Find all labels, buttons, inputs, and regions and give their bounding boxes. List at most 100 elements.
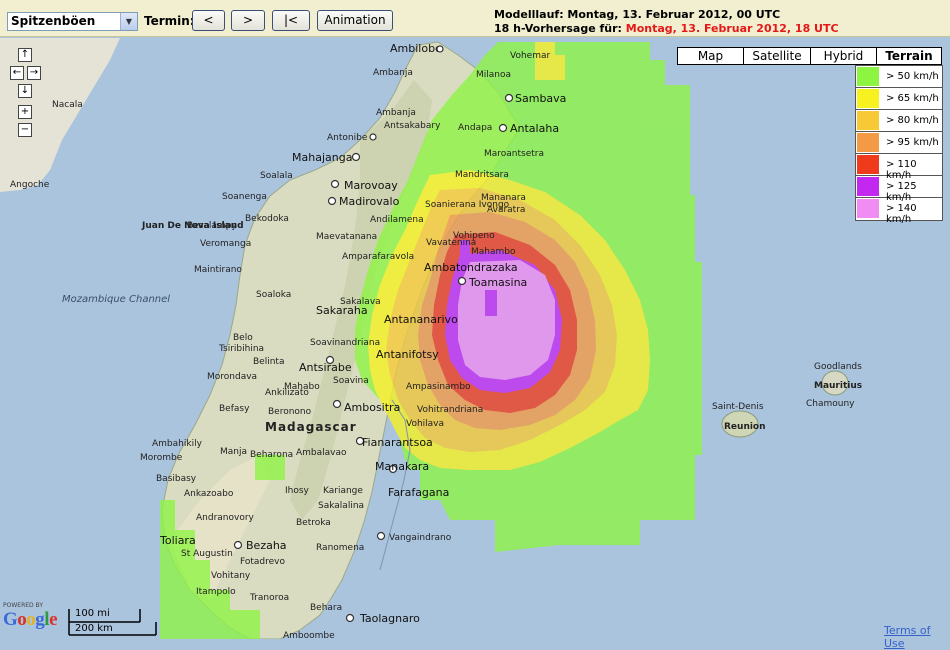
place-label: Morombe — [140, 453, 183, 463]
city-dot — [436, 45, 444, 53]
zone-125-core — [485, 290, 497, 316]
place-label: Itampolo — [196, 587, 236, 597]
legend-row: > 80 km/h — [856, 110, 942, 132]
google-logo-text: Google — [3, 609, 57, 630]
place-label: Belo — [233, 333, 253, 343]
place-label: Vavatenina — [426, 238, 476, 248]
place-label: Soavina — [333, 376, 369, 386]
place-label: Mauritius — [814, 381, 862, 391]
place-label: Soanenga — [222, 192, 267, 202]
place-label: Antsirabe — [299, 361, 352, 374]
place-label: Ampasinambo — [406, 382, 471, 392]
place-label: Goodlands — [814, 362, 862, 372]
place-label: Antalaha — [510, 122, 559, 135]
place-label: Angoche — [10, 180, 50, 190]
place-label: Soaloka — [256, 290, 291, 300]
pan-down-button[interactable]: ↓ — [18, 84, 32, 98]
place-label: Ambahikily — [152, 439, 203, 449]
place-label: Ankilizato — [265, 388, 309, 398]
legend-label: > 80 km/h — [886, 115, 939, 126]
previous-button[interactable]: < — [192, 10, 225, 31]
place-label: Soavinandriana — [310, 338, 380, 348]
legend-row: > 50 km/h — [856, 66, 942, 88]
product-select[interactable]: Spitzenböen ▼ — [7, 12, 138, 31]
maptype-terrain[interactable]: Terrain — [876, 47, 942, 65]
place-label: Befasy — [219, 404, 250, 414]
legend-swatch — [857, 177, 879, 196]
place-label: Milanoa — [476, 70, 511, 80]
place-label: Chamouny — [806, 399, 855, 409]
city-dot — [369, 133, 377, 141]
place-label: Tranoroa — [249, 593, 289, 603]
maptype-hybrid[interactable]: Hybrid — [810, 47, 877, 65]
place-label: Avaratra — [487, 205, 525, 215]
place-label: Behara — [310, 603, 342, 613]
legend-row: > 125 km/h — [856, 176, 942, 203]
legend-swatch — [857, 67, 879, 86]
legend-label: > 65 km/h — [886, 93, 939, 104]
place-label: Nacala — [52, 100, 83, 110]
place-label: Ihosy — [285, 486, 310, 496]
scale-bar: 100 mi 200 km — [68, 608, 158, 636]
place-label: Fotadrevo — [240, 557, 285, 567]
first-button[interactable]: |< — [272, 10, 310, 31]
legend-swatch — [857, 155, 879, 174]
forecast-prefix: 18 h-Vorhersage für: — [494, 22, 626, 35]
place-label: Veromanga — [200, 239, 251, 249]
city-dot — [327, 196, 337, 206]
terms-of-use-link[interactable]: Terms of Use — [884, 624, 950, 650]
place-label: Betroka — [296, 518, 331, 528]
scale-km: 200 km — [75, 623, 113, 634]
pan-left-button[interactable]: ← — [10, 66, 24, 80]
place-label: Taolagnaro — [359, 612, 420, 625]
legend-row: > 140 km/h — [856, 198, 942, 225]
forecast-text: 18 h-Vorhersage für: Montag, 13. Februar… — [494, 22, 839, 35]
legend-swatch — [857, 111, 879, 130]
city-dot — [233, 540, 243, 550]
maptype-map[interactable]: Map — [677, 47, 744, 65]
place-label: Ambatondrazaka — [424, 261, 518, 274]
place-label: Andranovory — [196, 513, 255, 523]
pan-right-button[interactable]: → — [27, 66, 41, 80]
place-label: Beharona — [250, 450, 293, 460]
city-dot — [330, 179, 340, 189]
map[interactable]: Ambilobe Vohemar Ambanja Milanoa Nacala … — [0, 38, 950, 639]
city-dot — [332, 399, 342, 409]
chevron-down-icon[interactable]: ▼ — [120, 13, 137, 30]
maptype-satellite[interactable]: Satellite — [743, 47, 811, 65]
legend-swatch — [857, 89, 879, 108]
place-label: Amparafaravola — [342, 252, 414, 262]
forecast-time: Montag, 13. Februar 2012, 18 UTC — [625, 22, 839, 35]
place-label: Antanifotsy — [376, 348, 439, 361]
legend-row: > 110 km/h — [856, 154, 942, 181]
place-label: Soalala — [260, 171, 293, 181]
place-label: Vohitany — [211, 571, 251, 581]
place-label: Ambositra — [344, 401, 400, 414]
product-select-value: Spitzenböen — [11, 14, 96, 28]
place-label: Toliara — [159, 534, 196, 547]
place-label: Fianarantsoa — [362, 436, 433, 449]
pan-up-button[interactable]: ↑ — [18, 48, 32, 62]
place-label: Saint-Denis — [712, 402, 764, 412]
place-label: Tsiribihina — [218, 344, 264, 354]
google-logo[interactable]: POWERED BY Google — [3, 602, 57, 631]
place-label: Sambava — [515, 92, 566, 105]
place-label: Ankazoabo — [184, 489, 234, 499]
animation-button[interactable]: Animation — [317, 10, 393, 31]
place-label: Madagascar — [265, 420, 357, 434]
place-label: Vohitrandriana — [417, 405, 483, 415]
next-button[interactable]: > — [231, 10, 265, 31]
place-label: Marovoay — [344, 179, 398, 192]
powered-by-text: POWERED BY — [3, 602, 44, 609]
toolbar: Spitzenböen ▼ Termin: < > |< Animation M… — [0, 0, 950, 37]
zoom-out-button[interactable]: − — [18, 123, 32, 137]
place-label: Ambalavao — [296, 448, 347, 458]
place-label: Mahajanga — [292, 151, 352, 164]
city-dot — [457, 276, 467, 286]
model-run-text: Modelllauf: Montag, 13. Februar 2012, 00… — [494, 8, 781, 21]
place-label: Toamasina — [468, 276, 527, 289]
city-dot — [351, 152, 361, 162]
legend-swatch — [857, 199, 879, 218]
legend-label: > 50 km/h — [886, 71, 939, 82]
zoom-in-button[interactable]: + — [18, 105, 32, 119]
